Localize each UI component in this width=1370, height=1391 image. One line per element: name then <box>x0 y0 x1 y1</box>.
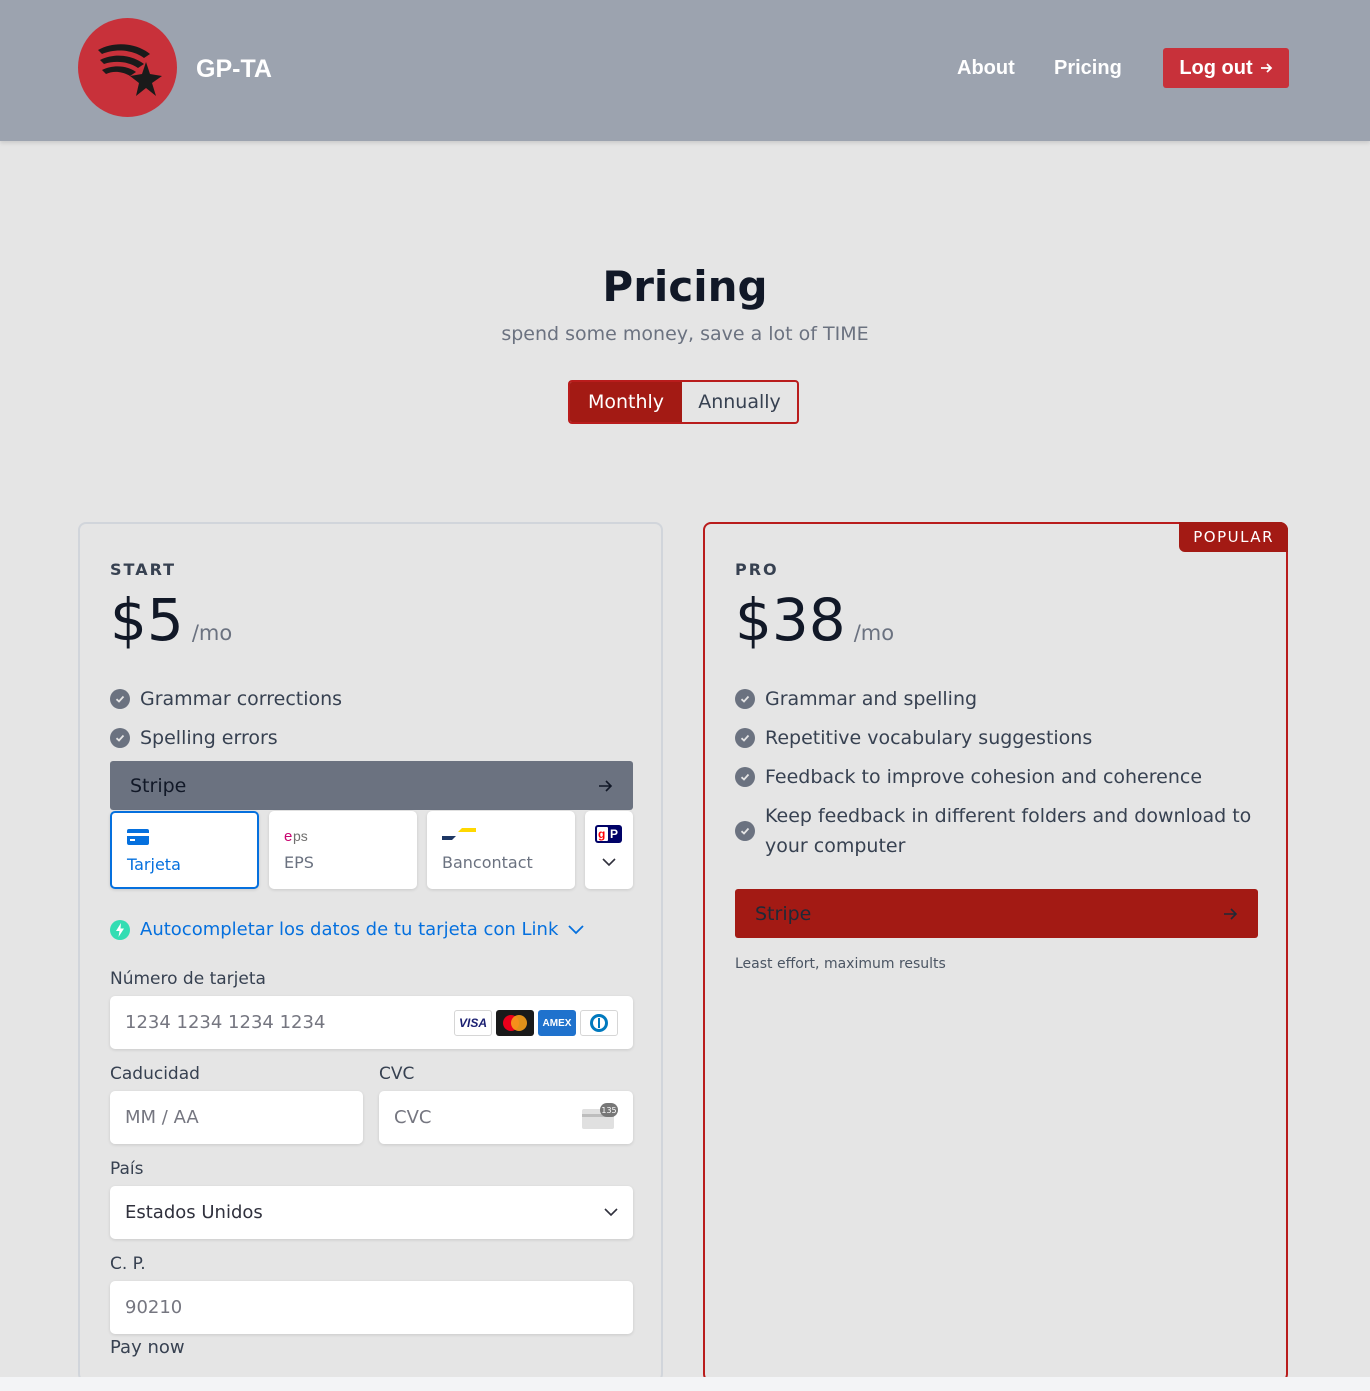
card-number-field: VISA AMEX <box>110 996 633 1049</box>
country-label: País <box>110 1159 144 1179</box>
zip-field <box>110 1281 633 1334</box>
plan-tagline: Least effort, maximum results <box>735 956 946 972</box>
chevron-down-icon <box>602 858 616 867</box>
check-circle-icon <box>735 728 755 748</box>
stripe-button-pro[interactable]: Stripe <box>735 889 1258 938</box>
arrow-right-icon <box>599 779 613 792</box>
card-icon <box>127 829 149 845</box>
logout-button[interactable]: Log out <box>1163 48 1289 88</box>
page-bottom-strip <box>0 1377 1370 1391</box>
payment-tab-label: Bancontact <box>442 853 533 872</box>
feature-text: Feedback to improve cohesion and coheren… <box>765 766 1203 788</box>
page-subtitle: spend some money, save a lot of TIME <box>501 323 869 345</box>
brand-name: GP-TA <box>196 55 272 83</box>
cvc-label: CVC <box>379 1064 415 1084</box>
diners-logo-icon <box>580 1010 618 1036</box>
link-autofill[interactable]: Autocompletar los datos de tu tarjeta co… <box>110 919 585 940</box>
expiry-label: Caducidad <box>110 1064 200 1084</box>
card-brand-logos: VISA AMEX <box>454 1010 618 1036</box>
brand-logo[interactable] <box>78 18 177 117</box>
check-circle-icon <box>735 821 755 841</box>
cvc-number-badge: 135 <box>600 1103 618 1117</box>
svg-text:ps: ps <box>293 828 308 844</box>
expiry-input[interactable] <box>125 1107 348 1128</box>
visa-logo-icon: VISA <box>454 1010 492 1036</box>
payment-tab-bancontact[interactable]: Bancontact <box>427 811 575 889</box>
svg-text:P: P <box>610 827 618 841</box>
plan-tier: PRO <box>735 560 779 579</box>
stripe-button-label: Stripe <box>755 902 812 925</box>
check-circle-icon <box>735 689 755 709</box>
check-circle-icon <box>735 767 755 787</box>
plan-tier: START <box>110 560 177 579</box>
stripe-button-start[interactable]: Stripe <box>110 761 633 810</box>
bancontact-icon <box>442 828 476 840</box>
feature-item: Spelling errors <box>110 723 640 753</box>
price-unit: /mo <box>191 621 233 645</box>
feature-text: Grammar corrections <box>140 688 343 710</box>
feature-text: Repetitive vocabulary suggestions <box>765 727 1093 749</box>
price-amount: $5 <box>110 586 184 654</box>
shooting-star-icon <box>98 44 162 96</box>
more-payment-methods[interactable]: gP <box>585 811 633 889</box>
arrow-right-icon <box>1224 907 1238 920</box>
feature-list: Grammar and spelling Repetitive vocabula… <box>735 684 1265 870</box>
price-unit: /mo <box>853 621 895 645</box>
payment-tab-eps[interactable]: e ps EPS <box>269 811 417 889</box>
feature-item: Keep feedback in different folders and d… <box>735 801 1265 861</box>
link-autofill-text: Autocompletar los datos de tu tarjeta co… <box>140 919 559 940</box>
plan-price: $5 /mo <box>110 586 232 654</box>
annually-toggle-button[interactable]: Annually <box>682 382 797 422</box>
feature-item: Repetitive vocabulary suggestions <box>735 723 1265 753</box>
feature-list: Grammar corrections Spelling errors <box>110 684 640 762</box>
check-circle-icon <box>110 689 130 709</box>
page-title: Pricing <box>602 262 768 311</box>
nav-about-link[interactable]: About <box>957 57 1015 80</box>
pay-now-button[interactable]: Pay now <box>110 1337 185 1358</box>
country-value: Estados Unidos <box>125 1202 263 1223</box>
zip-input[interactable] <box>125 1297 618 1318</box>
payment-method-tabs: Tarjeta e ps EPS Bancontact gP <box>110 811 633 889</box>
zip-label: C. P. <box>110 1254 146 1274</box>
feature-text: Spelling errors <box>140 727 278 749</box>
mastercard-logo-icon <box>496 1010 534 1036</box>
billing-period-toggle: Monthly Annually <box>568 380 799 424</box>
check-circle-icon <box>110 728 130 748</box>
payment-tab-card[interactable]: Tarjeta <box>110 811 259 889</box>
payment-tab-label: EPS <box>284 853 314 872</box>
country-select[interactable]: Estados Unidos <box>110 1186 633 1239</box>
cvc-field: 135 <box>379 1091 633 1144</box>
cvc-card-icon: 135 <box>582 1103 618 1129</box>
feature-item: Grammar corrections <box>110 684 640 714</box>
eps-icon: e ps <box>284 828 308 845</box>
chevron-down-icon <box>604 1208 618 1217</box>
plan-card-pro: POPULAR PRO $38 /mo Grammar and spelling… <box>703 522 1288 1382</box>
svg-text:e: e <box>284 828 292 845</box>
price-amount: $38 <box>735 586 846 654</box>
svg-text:g: g <box>598 827 605 841</box>
stripe-button-label: Stripe <box>130 774 187 797</box>
logout-label: Log out <box>1179 56 1253 79</box>
feature-text: Grammar and spelling <box>765 688 978 710</box>
nav-pricing-link[interactable]: Pricing <box>1054 57 1122 80</box>
arrow-right-icon <box>1260 63 1272 73</box>
expiry-field <box>110 1091 363 1144</box>
giropay-icon: gP <box>595 825 622 843</box>
card-number-label: Número de tarjeta <box>110 969 266 989</box>
feature-text: Keep feedback in different folders and d… <box>765 805 1252 857</box>
chevron-down-icon <box>568 924 585 934</box>
monthly-toggle-button[interactable]: Monthly <box>570 382 682 422</box>
link-bolt-icon <box>110 919 130 940</box>
payment-tab-label: Tarjeta <box>127 855 181 874</box>
plan-card-start: START $5 /mo Grammar corrections Spellin… <box>78 522 663 1382</box>
amex-logo-icon: AMEX <box>538 1010 576 1036</box>
feature-item: Feedback to improve cohesion and coheren… <box>735 762 1265 792</box>
plan-price: $38 /mo <box>735 586 894 654</box>
top-header: GP-TA About Pricing Log out <box>0 0 1370 141</box>
popular-badge: POPULAR <box>1179 522 1288 552</box>
feature-item: Grammar and spelling <box>735 684 1265 714</box>
